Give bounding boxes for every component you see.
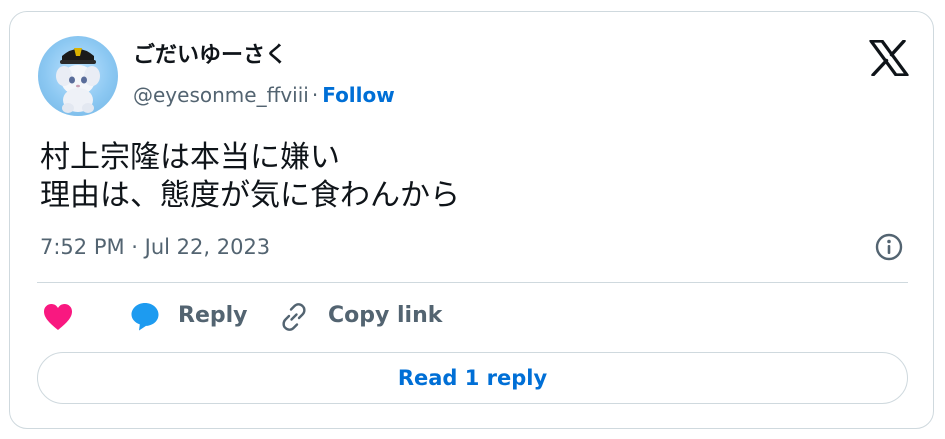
- separator-dot: ·: [311, 83, 319, 107]
- copy-link-button[interactable]: Copy link: [328, 302, 442, 330]
- x-logo-icon[interactable]: [869, 39, 909, 77]
- tweet-text: 村上宗隆は本当に嫌い 理由は、態度が気に食わんから: [40, 139, 460, 215]
- follow-link[interactable]: Follow: [322, 83, 395, 107]
- author-handle[interactable]: @eyesonme_ffviii: [133, 83, 309, 107]
- link-icon[interactable]: [278, 301, 310, 333]
- divider: [37, 282, 908, 283]
- heart-icon[interactable]: [42, 302, 74, 332]
- read-replies-button[interactable]: Read 1 reply: [37, 352, 908, 404]
- avatar-image: [56, 48, 100, 113]
- tweet-line: 村上宗隆は本当に嫌い: [40, 140, 340, 175]
- reply-button[interactable]: Reply: [178, 302, 248, 330]
- avatar[interactable]: [38, 36, 118, 116]
- tweet-line: 理由は、態度が気に食わんから: [40, 178, 460, 213]
- read-replies-label: Read 1 reply: [397, 366, 548, 390]
- info-icon[interactable]: [874, 232, 904, 262]
- tweet-timestamp[interactable]: 7:52 PM · Jul 22, 2023: [40, 234, 270, 260]
- tweet-embed-card: ごだいゆーさく @eyesonme_ffviii · Follow 村上宗隆は本当に…: [9, 11, 934, 429]
- reply-bubble-icon[interactable]: [129, 300, 161, 332]
- author-handle-row: @eyesonme_ffviii · Follow: [133, 82, 395, 108]
- author-display-name[interactable]: ごだいゆーさく: [133, 42, 287, 70]
